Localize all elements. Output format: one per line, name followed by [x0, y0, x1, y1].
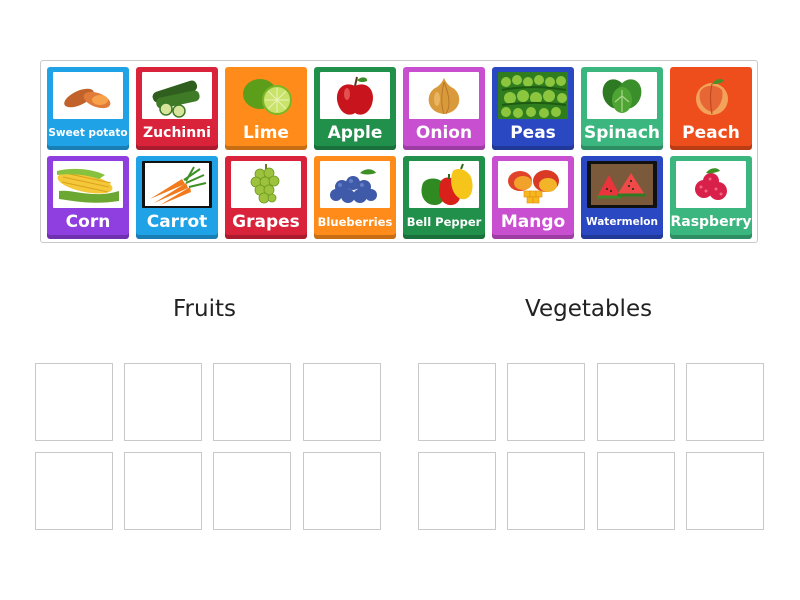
fruits-drop-slot[interactable] [213, 363, 291, 441]
peas-icon [498, 72, 568, 119]
grapes-icon [231, 161, 301, 208]
tile-carrot[interactable]: Carrot [136, 156, 218, 239]
tile-label: Grapes [232, 212, 300, 232]
fruits-drop-slot[interactable] [35, 452, 113, 530]
watermelon-icon [587, 161, 657, 208]
vegetables-heading: Vegetables [525, 296, 653, 322]
fruits-heading: Fruits [173, 296, 236, 322]
tile-spinach[interactable]: Spinach [581, 67, 663, 150]
tile-apple[interactable]: Apple [314, 67, 396, 150]
tile-mango[interactable]: Mango [492, 156, 574, 239]
vegetables-drop-slot[interactable] [418, 363, 496, 441]
tile-grapes[interactable]: Grapes [225, 156, 307, 239]
tile-onion[interactable]: Onion [403, 67, 485, 150]
tile-corn[interactable]: Corn [47, 156, 129, 239]
tile-label: Corn [65, 212, 111, 232]
fruits-drop-slot[interactable] [303, 363, 381, 441]
vegetables-drop-slot[interactable] [597, 363, 675, 441]
tile-raspberry[interactable]: Raspberry [670, 156, 752, 239]
tile-label: Carrot [146, 212, 208, 232]
tile-zuchinni[interactable]: Zuchinni [136, 67, 218, 150]
tile-peach[interactable]: Peach [670, 67, 752, 150]
carrot-icon [142, 161, 212, 208]
tile-label: Blueberries [317, 215, 393, 229]
raspberry-icon [676, 161, 746, 208]
fruits-drop-slot[interactable] [303, 452, 381, 530]
tile-label: Bell Pepper [406, 215, 482, 229]
tile-blueberries[interactable]: Blueberries [314, 156, 396, 239]
zucchini-icon [142, 72, 212, 119]
vegetables-drop-slot[interactable] [686, 363, 764, 441]
corn-icon [53, 161, 123, 208]
tile-label: Lime [243, 123, 289, 143]
tile-label: Watermelon [586, 216, 658, 228]
tile-label: Spinach [584, 123, 660, 143]
tile-lime[interactable]: Lime [225, 67, 307, 150]
bell-pepper-icon [409, 161, 479, 208]
vegetables-drop-slot[interactable] [507, 363, 585, 441]
peach-icon [676, 72, 746, 119]
onion-icon [409, 72, 479, 119]
fruits-drop-slot[interactable] [213, 452, 291, 530]
tile-peas[interactable]: Peas [492, 67, 574, 150]
vegetables-drop-slot[interactable] [597, 452, 675, 530]
tile-label: Peach [682, 123, 740, 143]
lime-icon [231, 72, 301, 119]
tile-label: Peas [510, 123, 556, 143]
fruits-drop-slot[interactable] [124, 363, 202, 441]
tile-label: Raspberry [670, 214, 752, 230]
sweet-potato-icon [53, 72, 123, 119]
tile-label: Apple [327, 123, 383, 143]
blueberries-icon [320, 161, 390, 208]
vegetables-drop-slot[interactable] [686, 452, 764, 530]
tile-label: Zuchinni [143, 125, 211, 141]
spinach-icon [587, 72, 657, 119]
apple-icon [320, 72, 390, 119]
tile-sweet-potato[interactable]: Sweet potato [47, 67, 129, 150]
tile-bell-pepper[interactable]: Bell Pepper [403, 156, 485, 239]
tile-watermelon[interactable]: Watermelon [581, 156, 663, 239]
vegetables-drop-slot[interactable] [507, 452, 585, 530]
tile-label: Onion [415, 123, 473, 143]
vegetables-drop-slot[interactable] [418, 452, 496, 530]
tile-label: Mango [500, 212, 566, 232]
tile-label: Sweet potato [48, 127, 128, 139]
item-tray: Sweet potato Zuchinni Lime Apple Onion P… [40, 60, 758, 243]
fruits-drop-slot[interactable] [124, 452, 202, 530]
fruits-drop-slot[interactable] [35, 363, 113, 441]
mango-icon [498, 161, 568, 208]
